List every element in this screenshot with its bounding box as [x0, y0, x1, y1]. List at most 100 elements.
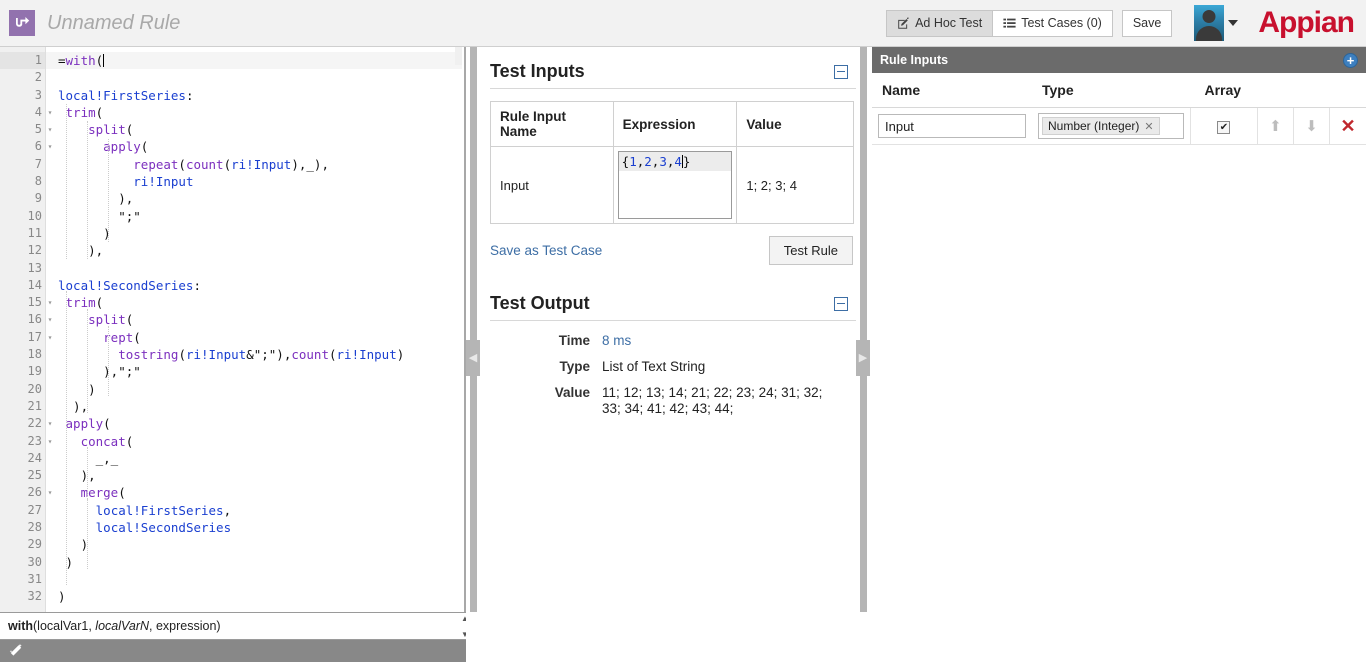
code-line-15[interactable]: trim(	[58, 294, 476, 311]
page-title: Unnamed Rule	[47, 11, 181, 34]
code-line-30[interactable]: )	[58, 554, 476, 571]
save-as-test-case-link[interactable]: Save as Test Case	[490, 243, 602, 258]
hint-args-before: (localVar1,	[33, 619, 96, 633]
splitter-bar-left	[470, 47, 477, 612]
rule-input-type-cell[interactable]: Number (Integer) ✕	[1032, 107, 1191, 145]
line-number-3: 3	[34, 87, 42, 102]
expression-text[interactable]: {1,2,3,4}	[618, 152, 731, 171]
array-checkbox[interactable]	[1217, 121, 1231, 135]
line-number-25: 25	[27, 468, 42, 483]
code-line-11[interactable]: )	[58, 225, 476, 242]
line-number-8: 8	[34, 174, 42, 189]
col-name: Name	[872, 73, 1032, 108]
code-line-21[interactable]: ),	[58, 398, 476, 415]
test-inputs-title: Test Inputs	[490, 61, 585, 81]
user-menu[interactable]	[1194, 5, 1239, 41]
splitter-bar-right	[860, 47, 867, 612]
code-line-6[interactable]: apply(	[58, 138, 476, 155]
save-button[interactable]: Save	[1121, 9, 1173, 37]
output-value-row: Value 11; 12; 13; 14; 21; 22; 23; 24; 31…	[490, 385, 854, 417]
col-delete	[1329, 73, 1366, 108]
delete-x-icon[interactable]: ✕	[1340, 116, 1355, 136]
code-line-7[interactable]: repeat(count(ri!Input),_),	[58, 156, 476, 173]
code-line-14[interactable]: local!SecondSeries:	[58, 277, 476, 294]
col-move-down	[1293, 73, 1330, 108]
rule-input-move-up-cell[interactable]: ⬆	[1256, 107, 1294, 145]
test-inputs-header: Test Inputs	[490, 61, 856, 89]
chevron-right-icon: ▶	[858, 351, 868, 364]
rule-input-array-cell[interactable]	[1190, 107, 1258, 145]
col-expression: Expression	[612, 101, 738, 147]
line-number-29: 29	[27, 537, 42, 552]
splitter-grip-left[interactable]: ◀	[466, 340, 480, 376]
line-number-32: 32	[27, 589, 42, 604]
code-line-25[interactable]: ),	[58, 467, 476, 484]
code-line-16[interactable]: split(	[58, 311, 476, 328]
type-chip[interactable]: Number (Integer) ✕	[1042, 117, 1160, 135]
code-line-28[interactable]: local!SecondSeries	[58, 519, 476, 536]
code-line-24[interactable]: _,_	[58, 450, 476, 467]
arrow-down-icon[interactable]: ⬇	[1305, 118, 1318, 135]
test-rule-button[interactable]: Test Rule	[768, 236, 853, 265]
hint-arg-variadic: localVarN	[95, 619, 150, 633]
chevron-down-icon[interactable]	[1228, 20, 1239, 26]
rule-input-type-select[interactable]: Number (Integer) ✕	[1038, 113, 1184, 139]
close-x-icon[interactable]: ✕	[1144, 120, 1153, 133]
plus-circle-icon[interactable]: +	[1343, 52, 1358, 68]
ad-hoc-test-button[interactable]: Ad Hoc Test	[886, 9, 994, 37]
line-number-30: 30	[27, 554, 42, 569]
line-number-17: 17 ▾	[0, 329, 53, 346]
code-line-12[interactable]: ),	[58, 242, 476, 259]
indent-guide	[108, 326, 109, 396]
test-output-collapse-icon[interactable]	[834, 296, 848, 311]
code-line-23[interactable]: concat(	[58, 433, 476, 450]
line-number-19: 19	[27, 364, 42, 379]
code-line-17[interactable]: rept(	[58, 329, 476, 346]
test-input-expression-cell[interactable]: {1,2,3,4}	[612, 146, 738, 224]
splitter-grip-right[interactable]: ▶	[856, 340, 870, 376]
rule-input-name-field[interactable]	[878, 114, 1026, 138]
col-type: Type	[1032, 73, 1191, 108]
line-number-23: 23 ▾	[0, 433, 53, 450]
rule-input-move-down-cell[interactable]: ⬇	[1292, 107, 1330, 145]
expression-editor[interactable]: 1▾2 3 4▾5▾6▾7 8 9 10 11 12 13 14 15▾16▾17▾18 19 20 21…	[0, 47, 476, 612]
code-content[interactable]: =with( local!FirstSeries: trim( split( a…	[46, 47, 476, 612]
magic-wand-icon[interactable]	[8, 643, 24, 659]
rule-inputs-header: Rule Inputs +	[872, 47, 1366, 73]
code-line-19[interactable]: ),";"	[58, 363, 476, 380]
code-line-3[interactable]: local!FirstSeries:	[58, 87, 476, 104]
collapse-editor-splitter[interactable]: ◀	[466, 47, 480, 662]
collapse-inputs-splitter[interactable]: ▶	[856, 47, 870, 662]
output-value-label: Value	[554, 385, 590, 400]
rule-input-delete-cell[interactable]: ✕	[1329, 107, 1366, 145]
code-line-29[interactable]: )	[58, 536, 476, 553]
test-cases-button[interactable]: Test Cases (0)	[993, 9, 1113, 37]
code-line-4[interactable]: trim(	[58, 104, 476, 121]
rule-glyph-icon	[9, 10, 35, 36]
code-line-5[interactable]: split(	[58, 121, 476, 138]
hint-args-after: , expression)	[149, 619, 221, 633]
code-line-20[interactable]: )	[58, 381, 476, 398]
indent-guide	[66, 104, 67, 259]
code-line-31[interactable]	[58, 571, 476, 588]
indent-guide	[66, 430, 67, 585]
code-line-26[interactable]: merge(	[58, 484, 476, 501]
code-line-27[interactable]: local!FirstSeries,	[58, 502, 476, 519]
arrow-up-icon[interactable]: ⬆	[1269, 118, 1282, 135]
test-button-group: Ad Hoc Test Test Cases (0)	[886, 9, 1113, 37]
code-area[interactable]: 1▾2 3 4▾5▾6▾7 8 9 10 11 12 13 14 15▾16▾17▾18 19 20 21…	[0, 47, 476, 612]
test-inputs-collapse-icon[interactable]	[834, 64, 848, 79]
line-number-14: 14	[27, 277, 42, 292]
code-line-10[interactable]: ";"	[58, 208, 476, 225]
rule-input-name-cell[interactable]	[872, 107, 1032, 145]
code-line-2[interactable]	[58, 69, 476, 86]
code-line-32[interactable]: )	[58, 588, 476, 605]
code-line-13[interactable]	[58, 260, 476, 277]
expression-input[interactable]: {1,2,3,4}	[617, 151, 732, 219]
code-line-9[interactable]: ),	[58, 190, 476, 207]
code-line-18[interactable]: tostring(ri!Input&";"),count(ri!Input)	[58, 346, 476, 363]
code-line-22[interactable]: apply(	[58, 415, 476, 432]
code-line-8[interactable]: ri!Input	[58, 173, 476, 190]
code-line-1[interactable]: =with(	[46, 52, 476, 70]
line-number-24: 24	[27, 450, 42, 465]
